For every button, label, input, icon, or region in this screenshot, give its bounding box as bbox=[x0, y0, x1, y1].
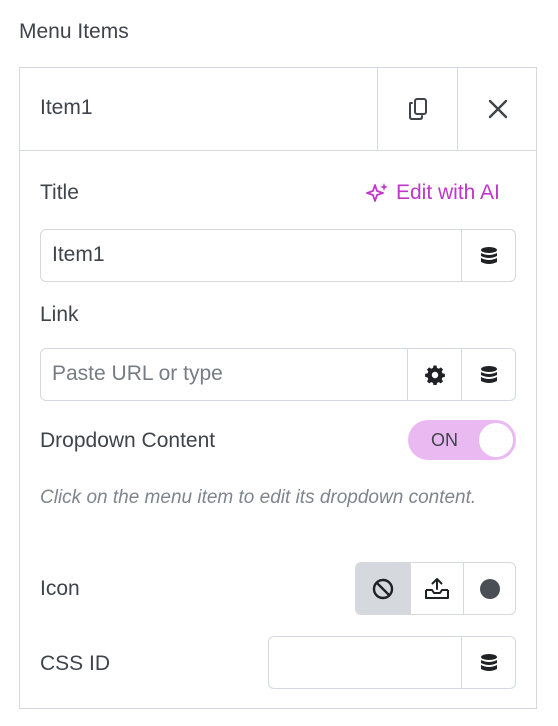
title-dynamic-tags-button[interactable] bbox=[461, 230, 516, 281]
close-icon bbox=[488, 99, 507, 119]
database-icon bbox=[481, 246, 497, 264]
ban-icon bbox=[372, 578, 394, 599]
sparkle-icon bbox=[366, 183, 388, 202]
menu-item-panel: Item1 Title Edit with AI Item1 Link Past… bbox=[19, 67, 537, 709]
remove-item-button[interactable] bbox=[457, 68, 537, 150]
database-icon bbox=[481, 653, 497, 671]
title-label: Title bbox=[40, 181, 79, 204]
link-field: Paste URL or type bbox=[40, 348, 516, 401]
menu-item-title[interactable]: Item1 bbox=[40, 96, 93, 120]
icon-option-library[interactable] bbox=[464, 563, 515, 614]
title-input[interactable]: Item1 bbox=[52, 243, 105, 267]
icon-option-none[interactable] bbox=[356, 563, 410, 614]
dropdown-content-toggle[interactable]: ON bbox=[408, 420, 516, 460]
copy-icon bbox=[409, 98, 427, 120]
database-icon bbox=[481, 365, 497, 383]
menu-items-label: Menu Items bbox=[19, 20, 129, 43]
dropdown-help-text: Click on the menu item to edit its dropd… bbox=[40, 487, 477, 508]
link-label: Link bbox=[40, 303, 79, 326]
link-dynamic-tags-button[interactable] bbox=[461, 349, 516, 400]
toggle-knob bbox=[479, 423, 513, 457]
dropdown-content-label: Dropdown Content bbox=[40, 429, 216, 452]
gear-icon bbox=[424, 365, 445, 385]
css-id-label: CSS ID bbox=[40, 652, 111, 675]
circle-icon bbox=[479, 578, 500, 599]
duplicate-button[interactable] bbox=[377, 68, 458, 150]
icon-choice-group bbox=[355, 562, 516, 615]
link-input[interactable]: Paste URL or type bbox=[52, 362, 223, 386]
icon-option-upload[interactable] bbox=[410, 563, 464, 614]
css-id-dynamic-tags-button[interactable] bbox=[461, 637, 516, 688]
menu-item-header[interactable]: Item1 bbox=[20, 68, 536, 151]
css-id-field bbox=[268, 636, 516, 689]
upload-icon bbox=[425, 577, 449, 599]
edit-with-ai-label: Edit with AI bbox=[396, 181, 500, 204]
link-options-button[interactable] bbox=[407, 349, 461, 400]
icon-label: Icon bbox=[40, 577, 80, 600]
toggle-state-label: ON bbox=[431, 430, 458, 450]
title-field: Item1 bbox=[40, 229, 516, 282]
edit-with-ai-button[interactable]: Edit with AI bbox=[366, 181, 500, 205]
